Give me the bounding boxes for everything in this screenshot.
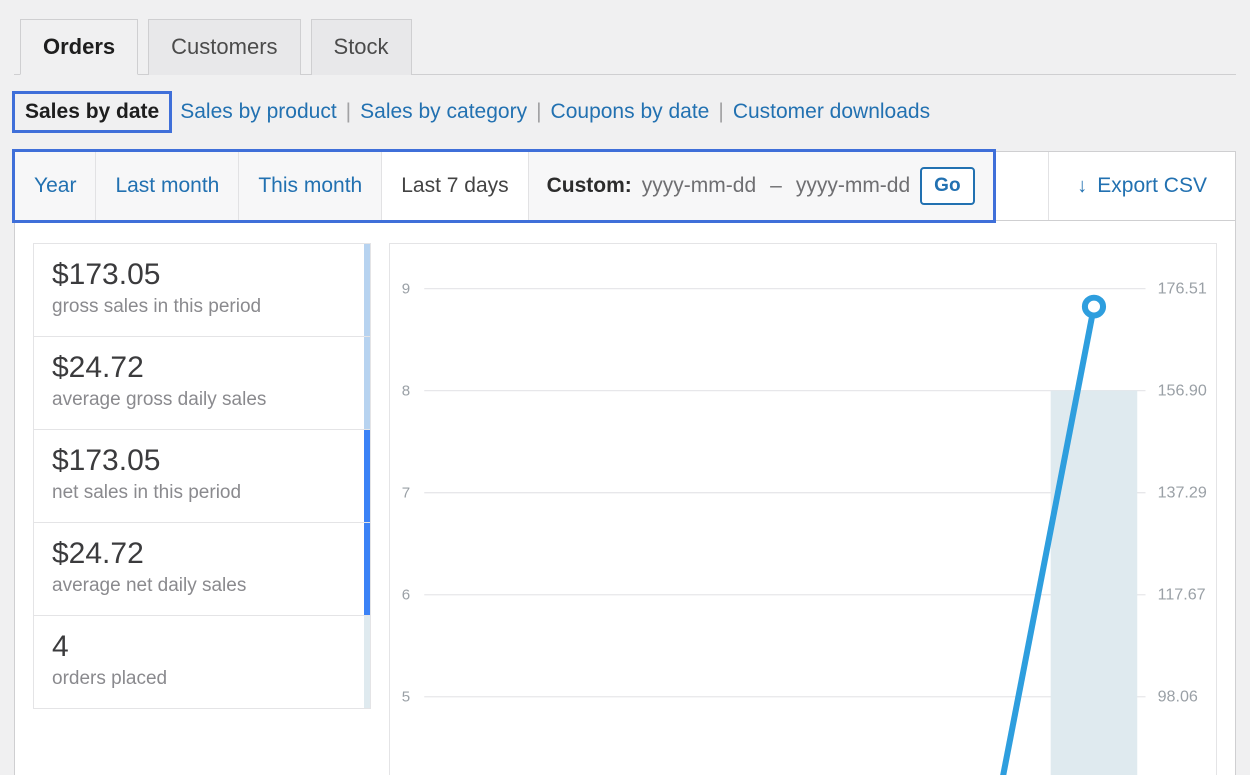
stat-value: 4 <box>52 630 352 664</box>
reports-page: Orders Customers Stock Sales by date Sal… <box>0 0 1250 775</box>
date-range-bar: Year Last month This month Last 7 days C… <box>14 151 1236 221</box>
svg-text:137.29: 137.29 <box>1158 485 1207 502</box>
report-content: $173.05 gross sales in this period $24.72 a… <box>14 221 1236 775</box>
custom-from-input[interactable]: yyyy-mm-dd <box>642 174 756 198</box>
stat-stripe <box>364 430 370 522</box>
subnav-customer-downloads[interactable]: Customer downloads <box>725 100 938 124</box>
stat-value: $24.72 <box>52 351 352 385</box>
stat-label: net sales in this period <box>52 482 352 504</box>
stat-value: $173.05 <box>52 444 352 478</box>
range-last-7-days[interactable]: Last 7 days <box>382 152 528 220</box>
stat-card[interactable]: $173.05 gross sales in this period <box>33 243 371 337</box>
stat-value: $24.72 <box>52 537 352 571</box>
stat-label: average gross daily sales <box>52 389 352 411</box>
svg-text:156.90: 156.90 <box>1158 383 1207 400</box>
stat-label: orders placed <box>52 668 352 690</box>
stat-stripe <box>364 244 370 336</box>
svg-text:5: 5 <box>402 689 410 706</box>
stat-stripe <box>364 337 370 429</box>
svg-text:117.67: 117.67 <box>1158 587 1206 604</box>
export-csv-label: Export CSV <box>1097 174 1207 198</box>
custom-label: Custom: <box>547 174 632 198</box>
custom-dash: – <box>766 174 786 198</box>
download-icon: ↓ <box>1077 175 1087 198</box>
separator: | <box>717 100 724 124</box>
custom-go-button[interactable]: Go <box>920 167 974 205</box>
svg-text:98.06: 98.06 <box>1158 689 1198 706</box>
subnav-sales-by-product[interactable]: Sales by product <box>172 100 344 124</box>
stat-stripe <box>364 523 370 615</box>
stat-card[interactable]: $24.72 average net daily sales <box>33 523 371 616</box>
stat-label: average net daily sales <box>52 575 352 597</box>
range-year[interactable]: Year <box>15 152 96 220</box>
tab-orders[interactable]: Orders <box>20 19 138 75</box>
tab-stock[interactable]: Stock <box>311 19 412 75</box>
stats-sidebar: $173.05 gross sales in this period $24.72 a… <box>33 243 371 775</box>
export-csv-button[interactable]: ↓ Export CSV <box>1048 152 1235 220</box>
stat-card[interactable]: $24.72 average gross daily sales <box>33 337 371 430</box>
sub-nav: Sales by date Sales by product | Sales b… <box>14 75 1236 151</box>
stat-stripe <box>364 616 370 708</box>
separator: | <box>535 100 542 124</box>
svg-text:6: 6 <box>402 587 410 604</box>
range-custom: Custom: yyyy-mm-dd – yyyy-mm-dd Go <box>529 152 993 220</box>
chart-panel: 9 176.51 8 156.90 7 137.29 6 117.67 5 98.06 <box>389 243 1217 775</box>
range-this-month[interactable]: This month <box>239 152 382 220</box>
svg-text:9: 9 <box>402 281 410 298</box>
date-range-highlight: Year Last month This month Last 7 days C… <box>12 149 996 223</box>
tab-customers[interactable]: Customers <box>148 19 300 75</box>
stat-card[interactable]: 4 orders placed <box>33 616 371 709</box>
stat-value: $173.05 <box>52 258 352 292</box>
subnav-sales-by-date[interactable]: Sales by date <box>12 91 172 133</box>
subnav-sales-by-category[interactable]: Sales by category <box>352 100 535 124</box>
svg-text:8: 8 <box>402 383 410 400</box>
chart: 9 176.51 8 156.90 7 137.29 6 117.67 5 98.06 <box>390 244 1216 775</box>
svg-text:7: 7 <box>402 485 410 502</box>
svg-text:176.51: 176.51 <box>1158 281 1207 298</box>
top-tabs: Orders Customers Stock <box>14 18 1236 75</box>
stat-card[interactable]: $173.05 net sales in this period <box>33 430 371 523</box>
range-last-month[interactable]: Last month <box>96 152 239 220</box>
separator: | <box>345 100 352 124</box>
custom-to-input[interactable]: yyyy-mm-dd <box>796 174 910 198</box>
subnav-coupons-by-date[interactable]: Coupons by date <box>543 100 718 124</box>
stat-label: gross sales in this period <box>52 296 352 318</box>
